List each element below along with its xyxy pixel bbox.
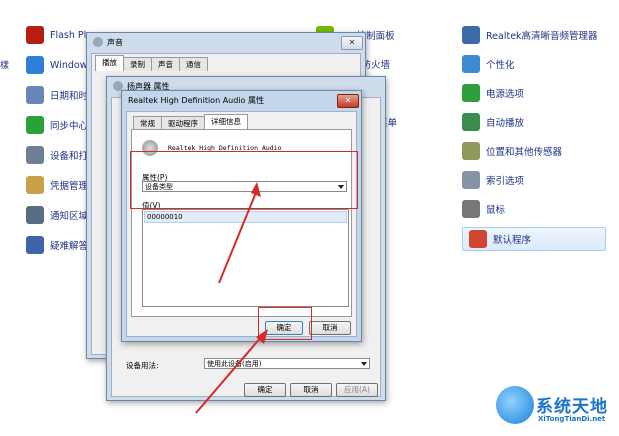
watermark-logo-icon: [496, 386, 534, 424]
arrow-icon: [218, 182, 261, 284]
annotation-arrows: [195, 182, 268, 414]
watermark-url: XiTongTianDi.net: [538, 415, 606, 423]
watermark-text: 系统天地: [536, 397, 608, 417]
arrow-icon: [195, 329, 268, 414]
